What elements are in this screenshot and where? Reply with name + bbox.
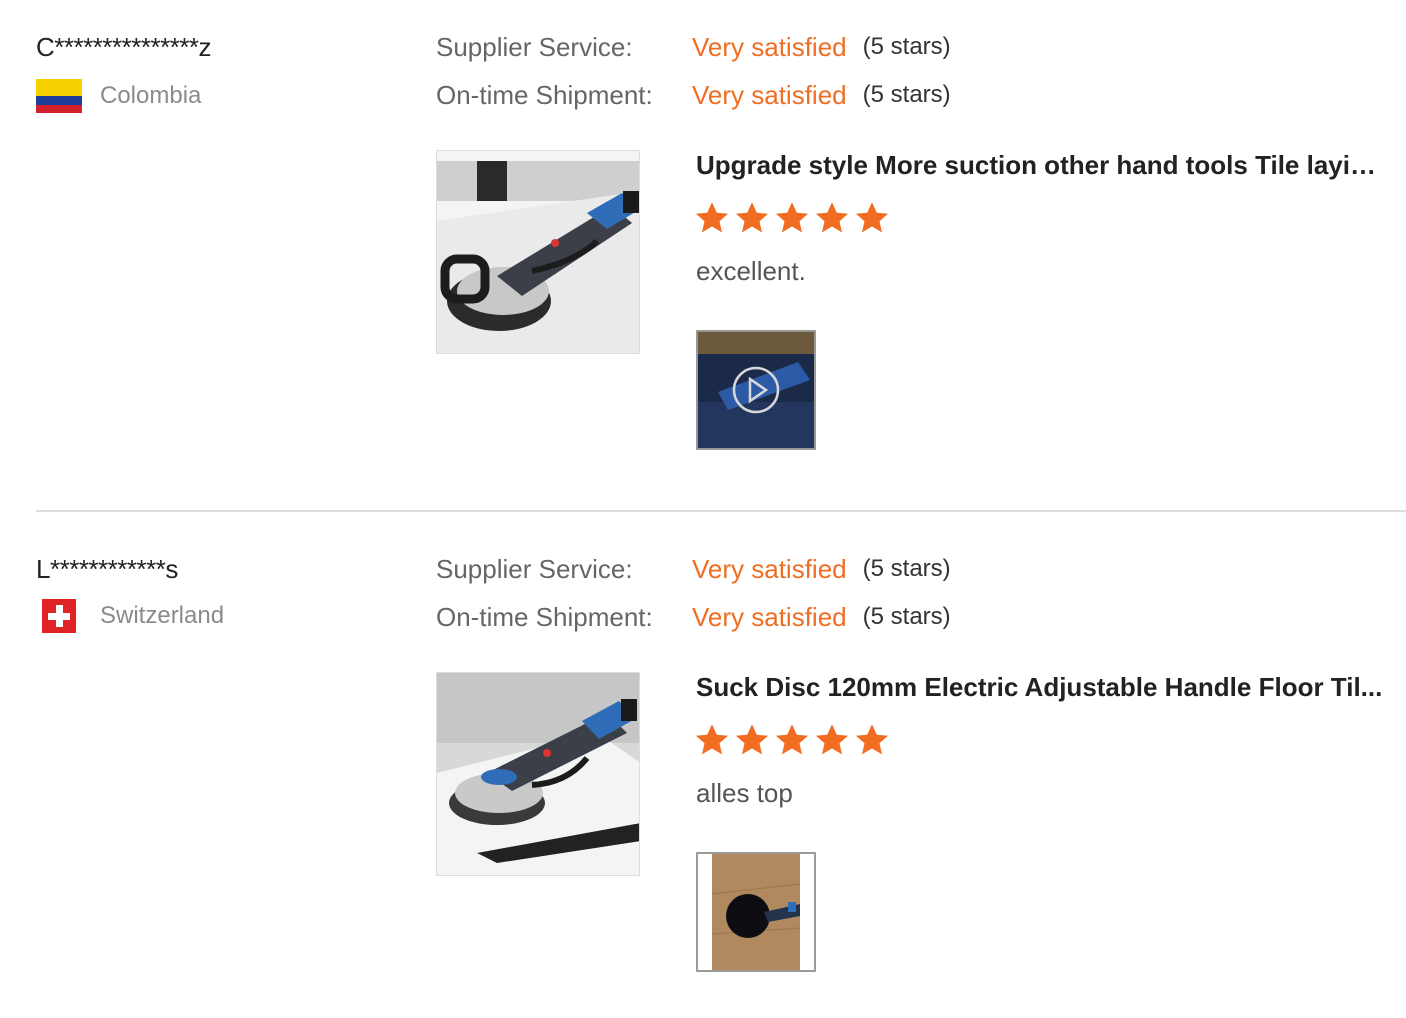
product-title-link[interactable]: Upgrade style More suction other hand to… bbox=[696, 150, 1386, 181]
supplier-service-rating: Supplier Service: Very satisfied (5 star… bbox=[436, 29, 951, 65]
shipment-rating: On-time Shipment: Very satisfied (5 star… bbox=[436, 599, 951, 635]
rating-label: On-time Shipment: bbox=[436, 79, 653, 110]
product-thumbnail[interactable] bbox=[436, 150, 640, 354]
video-preview-icon bbox=[698, 332, 814, 448]
star-icon bbox=[695, 202, 729, 233]
star-icon bbox=[815, 202, 849, 233]
reviewer-country: Colombia bbox=[36, 78, 201, 114]
tile-tool-image-icon bbox=[437, 673, 639, 875]
rating-label: Supplier Service: bbox=[436, 31, 633, 62]
review-comment: alles top bbox=[696, 778, 793, 808]
review-video-thumbnail[interactable] bbox=[696, 330, 816, 450]
review-comment: excellent. bbox=[696, 256, 806, 286]
reviewer-name: C***************z bbox=[36, 32, 212, 62]
star-icon bbox=[775, 202, 809, 233]
reviewer-country: Switzerland bbox=[36, 598, 224, 634]
country-name: Colombia bbox=[100, 82, 202, 109]
colombia-flag-icon bbox=[36, 79, 82, 113]
rating-stars-text: (5 stars) bbox=[862, 81, 951, 108]
supplier-service-rating: Supplier Service: Very satisfied (5 star… bbox=[436, 551, 951, 587]
product-title-link[interactable]: Suck Disc 120mm Electric Adjustable Hand… bbox=[696, 672, 1386, 703]
rating-stars-text: (5 stars) bbox=[862, 603, 951, 630]
rating-label: On-time Shipment: bbox=[436, 601, 653, 632]
rating-value: Very satisfied bbox=[692, 31, 847, 62]
star-icon bbox=[735, 202, 769, 233]
rating-value: Very satisfied bbox=[692, 553, 847, 584]
rating-stars-text: (5 stars) bbox=[862, 555, 951, 582]
tile-tool-image-icon bbox=[437, 151, 639, 353]
star-icon bbox=[855, 202, 889, 233]
star-icon bbox=[775, 724, 809, 755]
review-item: C***************z Colombia Supplier Serv… bbox=[0, 0, 1406, 511]
rating-stars-text: (5 stars) bbox=[862, 33, 951, 60]
reviewer-name: L************s bbox=[36, 554, 178, 584]
review-item: L************s Switzerland Supplier Serv… bbox=[0, 522, 1406, 1018]
review-image-thumbnail[interactable] bbox=[696, 852, 816, 972]
star-icon bbox=[695, 724, 729, 755]
product-thumbnail[interactable] bbox=[436, 672, 640, 876]
star-icon bbox=[815, 724, 849, 755]
shipment-rating: On-time Shipment: Very satisfied (5 star… bbox=[436, 77, 951, 113]
rating-label: Supplier Service: bbox=[436, 553, 633, 584]
switzerland-flag-icon bbox=[42, 599, 76, 633]
rating-value: Very satisfied bbox=[692, 601, 847, 632]
product-rating-stars bbox=[694, 200, 890, 236]
star-icon bbox=[735, 724, 769, 755]
review-divider bbox=[36, 510, 1406, 512]
rating-value: Very satisfied bbox=[692, 79, 847, 110]
star-icon bbox=[855, 724, 889, 755]
country-name: Switzerland bbox=[100, 602, 225, 629]
product-rating-stars bbox=[694, 722, 890, 758]
review-photo-icon bbox=[698, 854, 814, 970]
